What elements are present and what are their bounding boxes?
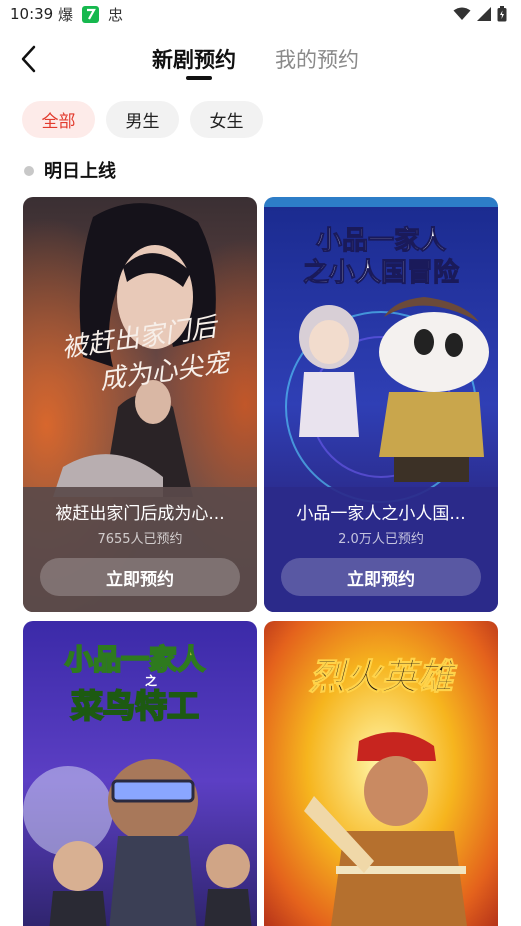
svg-text:爆: 爆: [58, 6, 73, 23]
svg-text:菜鸟特工: 菜鸟特工: [71, 687, 199, 725]
filter-all[interactable]: 全部: [22, 101, 95, 138]
drama-poster: 烈火英雄: [264, 621, 498, 926]
tab-new-dramas[interactable]: 新剧预约: [152, 44, 236, 74]
svg-text:烈火英雄: 烈火英雄: [309, 657, 458, 698]
filter-female[interactable]: 女生: [190, 101, 263, 138]
svg-text:之小人国冒险: 之小人国冒险: [303, 257, 460, 288]
battery-icon: [497, 6, 507, 22]
drama-card[interactable]: 小品一家人 之 菜鸟特工: [23, 621, 257, 926]
reserve-button[interactable]: 立即预约: [40, 558, 240, 596]
wifi-icon: [453, 7, 471, 20]
drama-poster: 小品一家人 之小人国冒险: [264, 197, 498, 612]
drama-title: 被赶出家门后成为心...: [55, 504, 225, 524]
drama-card[interactable]: 被赶出家门后 成为心尖宠 被赶出家门后成为心... 7655人已预约 立即预约: [23, 197, 257, 612]
drama-poster: 被赶出家门后 成为心尖宠: [23, 197, 257, 612]
reserve-button[interactable]: 立即预约: [281, 558, 481, 596]
explode-notification-icon: 爆: [58, 6, 73, 23]
status-time: 10:39: [10, 5, 54, 23]
app-notification-icon: [82, 6, 99, 23]
drama-title: 小品一家人之小人国...: [296, 504, 466, 524]
status-bar: 10:39 爆 忠: [0, 0, 521, 30]
tab-my-reservations[interactable]: 我的预约: [275, 44, 359, 74]
chat-notification-icon: 忠: [108, 6, 123, 23]
drama-poster: 小品一家人 之 菜鸟特工: [23, 621, 257, 926]
section-dot: [24, 166, 34, 176]
svg-text:小品一家人: 小品一家人: [316, 225, 446, 256]
drama-card[interactable]: 小品一家人 之小人国冒险 小品一家人之小人国... 2.0万人已预约 立即预约: [264, 197, 498, 612]
svg-text:忠: 忠: [108, 6, 123, 23]
svg-text:小品一家人: 小品一家人: [65, 643, 205, 676]
filter-male[interactable]: 男生: [106, 101, 179, 138]
drama-card[interactable]: 烈火英雄: [264, 621, 498, 926]
back-arrow-icon[interactable]: [18, 44, 42, 74]
signal-icon: [477, 7, 491, 21]
svg-text:之: 之: [145, 673, 157, 688]
active-tab-indicator: [186, 76, 212, 80]
reservation-count: 7655人已预约: [97, 532, 183, 547]
reservation-count: 2.0万人已预约: [338, 532, 424, 547]
section-title: 明日上线: [44, 161, 116, 182]
